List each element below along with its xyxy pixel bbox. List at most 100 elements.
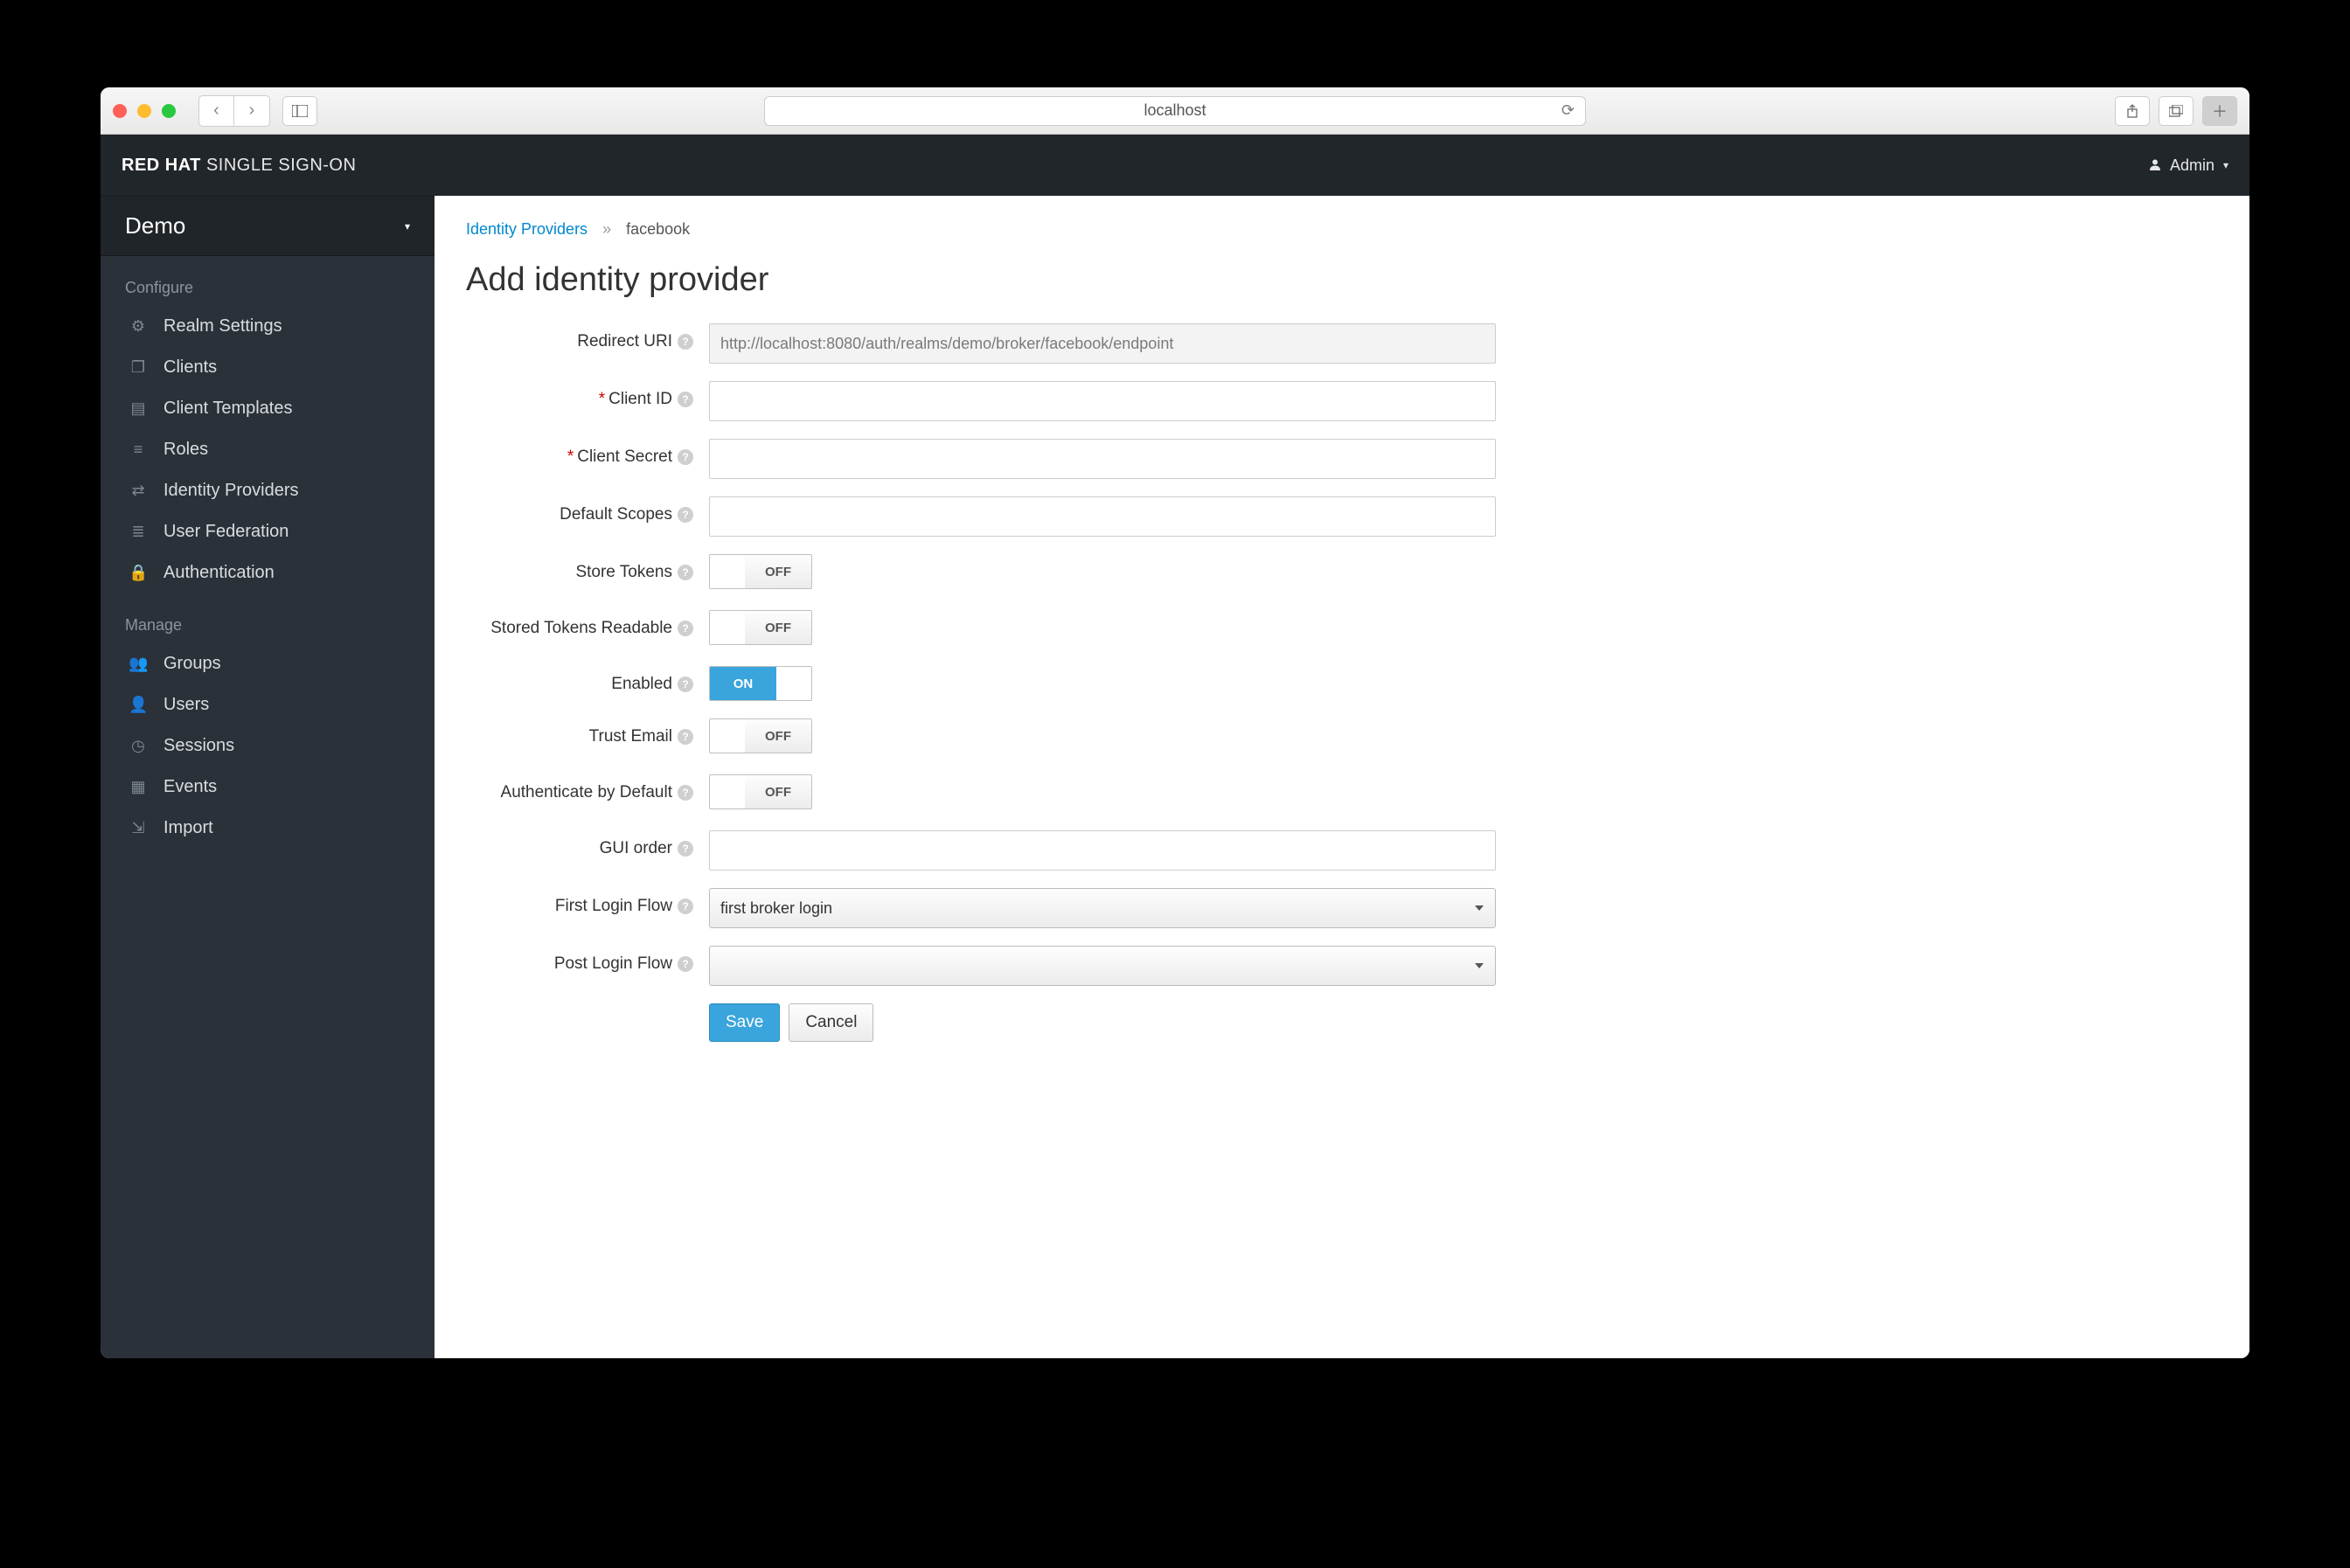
client-id-input[interactable] — [709, 381, 1496, 421]
reload-icon[interactable]: ⟳ — [1561, 101, 1575, 120]
zoom-window-icon[interactable] — [162, 104, 176, 118]
browser-window: ‹ › localhost ⟳ ＋ RED HAT SINGLE SIGN-ON — [101, 87, 2249, 1358]
sidebar-item-sessions[interactable]: ◷Sessions — [101, 725, 435, 767]
sidebar-item-import[interactable]: ⇲ Import — [101, 808, 435, 849]
new-tab-icon[interactable]: ＋ — [2202, 96, 2237, 126]
help-icon[interactable]: ? — [678, 676, 693, 692]
breadcrumb: Identity Providers » facebook — [466, 220, 2218, 239]
sidebar-item-identity-providers[interactable]: ⇄Identity Providers — [101, 470, 435, 511]
cubes-icon: ▤ — [129, 399, 148, 418]
sidebar-section-label: Manage — [101, 593, 435, 643]
authenticate-by-default-label: Authenticate by Default — [501, 783, 672, 801]
store-tokens-label: Store Tokens — [575, 563, 672, 581]
stored-tokens-readable-toggle[interactable]: OFF — [709, 610, 812, 645]
post-login-flow-select[interactable] — [709, 946, 1496, 986]
sidebar-item-label: Roles — [163, 440, 208, 460]
traffic-lights — [113, 104, 176, 118]
share-icon[interactable] — [2115, 96, 2150, 126]
client-secret-input[interactable] — [709, 439, 1496, 479]
breadcrumb-separator-icon: » — [602, 220, 611, 238]
sidebar-item-users[interactable]: 👤Users — [101, 684, 435, 725]
exchange-icon: ⇄ — [129, 482, 148, 500]
breadcrumb-link[interactable]: Identity Providers — [466, 220, 588, 238]
realm-name: Demo — [125, 212, 185, 239]
brand-logo: RED HAT SINGLE SIGN-ON — [122, 156, 356, 176]
cancel-button[interactable]: Cancel — [789, 1003, 873, 1042]
post-login-flow-label: Post Login Flow — [554, 954, 672, 973]
sidebar-item-groups[interactable]: 👥 Groups — [101, 643, 435, 684]
stored-tokens-readable-label: Stored Tokens Readable — [490, 619, 672, 637]
help-icon[interactable]: ? — [678, 841, 693, 857]
sidebar-item-label: Clients — [163, 357, 217, 378]
help-icon[interactable]: ? — [678, 898, 693, 914]
help-icon[interactable]: ? — [678, 621, 693, 636]
sliders-icon: ⚙ — [129, 317, 148, 336]
help-icon[interactable]: ? — [678, 785, 693, 801]
sidebar-toggle-icon[interactable] — [282, 96, 317, 126]
client-secret-label: Client Secret — [577, 448, 672, 466]
minimize-window-icon[interactable] — [137, 104, 151, 118]
help-icon[interactable]: ? — [678, 392, 693, 407]
first-login-flow-label: First Login Flow — [555, 897, 672, 915]
help-icon[interactable]: ? — [678, 334, 693, 350]
forward-button[interactable]: › — [234, 96, 269, 126]
sidebar-item-user-federation[interactable]: ≣User Federation — [101, 511, 435, 552]
redirect-uri-label: Redirect URI — [577, 332, 672, 350]
sidebar-item-authentication[interactable]: 🔒 Authentication — [101, 552, 435, 593]
sidebar-item-events[interactable]: ▦ Events — [101, 767, 435, 808]
url-text: localhost — [1144, 101, 1206, 120]
realm-selector[interactable]: Demo ▾ — [101, 197, 435, 256]
sidebar-item-label: Import — [163, 818, 213, 838]
save-button[interactable]: Save — [709, 1003, 780, 1042]
breadcrumb-current: facebook — [626, 220, 690, 238]
chevron-down-icon: ▾ — [405, 220, 410, 232]
sidebar-item-client-templates[interactable]: ▤ Client Templates — [101, 388, 435, 429]
sidebar-item-label: Realm Settings — [163, 316, 282, 336]
help-icon[interactable]: ? — [678, 507, 693, 523]
default-scopes-label: Default Scopes — [560, 505, 672, 524]
tabs-icon[interactable] — [2159, 96, 2194, 126]
page-title: Add identity provider — [466, 261, 2218, 299]
client-id-label: Client ID — [608, 390, 672, 408]
sidebar-item-label: Events — [163, 777, 217, 797]
import-icon: ⇲ — [129, 819, 148, 837]
trust-email-toggle[interactable]: OFF — [709, 718, 812, 753]
redirect-uri-input[interactable] — [709, 323, 1496, 364]
help-icon[interactable]: ? — [678, 956, 693, 972]
sidebar-item-realm-settings[interactable]: ⚙ Realm Settings — [101, 306, 435, 347]
store-tokens-toggle[interactable]: OFF — [709, 554, 812, 589]
list-icon: ≡ — [129, 441, 148, 459]
user-icon — [2149, 156, 2161, 175]
cube-icon: ❐ — [129, 358, 148, 377]
enabled-toggle[interactable]: ON — [709, 666, 812, 701]
sidebar-item-clients[interactable]: ❐ Clients — [101, 347, 435, 388]
close-window-icon[interactable] — [113, 104, 127, 118]
gui-order-input[interactable] — [709, 830, 1496, 871]
sidebar: Demo ▾ Configure ⚙ Realm Settings ❐ Clients ▤… — [101, 196, 435, 1358]
user-icon: 👤 — [129, 696, 148, 714]
back-button[interactable]: ‹ — [199, 96, 234, 126]
first-login-flow-select[interactable]: first broker login — [709, 888, 1496, 928]
lock-icon: 🔒 — [129, 564, 148, 582]
calendar-icon: ▦ — [129, 778, 148, 796]
identity-provider-form: Redirect URI? *Client ID? *Client Secret… — [466, 323, 1557, 1042]
help-icon[interactable]: ? — [678, 729, 693, 745]
users-icon: 👥 — [129, 655, 148, 673]
user-name: Admin — [2170, 156, 2214, 175]
sidebar-item-roles[interactable]: ≡ Roles — [101, 429, 435, 470]
sidebar-section-label: Configure — [101, 256, 435, 306]
sidebar-item-label: Groups — [163, 654, 221, 674]
sidebar-item-label: Authentication — [163, 563, 275, 583]
default-scopes-input[interactable] — [709, 496, 1496, 537]
main-content: Identity Providers » facebook Add identi… — [435, 196, 2249, 1358]
database-icon: ≣ — [129, 523, 148, 541]
app-header: RED HAT SINGLE SIGN-ON Admin ▾ — [101, 135, 2249, 196]
authenticate-by-default-toggle[interactable]: OFF — [709, 774, 812, 809]
nav-back-forward: ‹ › — [198, 95, 270, 127]
help-icon[interactable]: ? — [678, 449, 693, 465]
url-bar[interactable]: localhost ⟳ — [764, 96, 1586, 126]
user-menu[interactable]: Admin ▾ — [2149, 156, 2228, 175]
clock-icon: ◷ — [129, 737, 148, 755]
sidebar-item-label: Client Templates — [163, 399, 292, 419]
help-icon[interactable]: ? — [678, 565, 693, 580]
